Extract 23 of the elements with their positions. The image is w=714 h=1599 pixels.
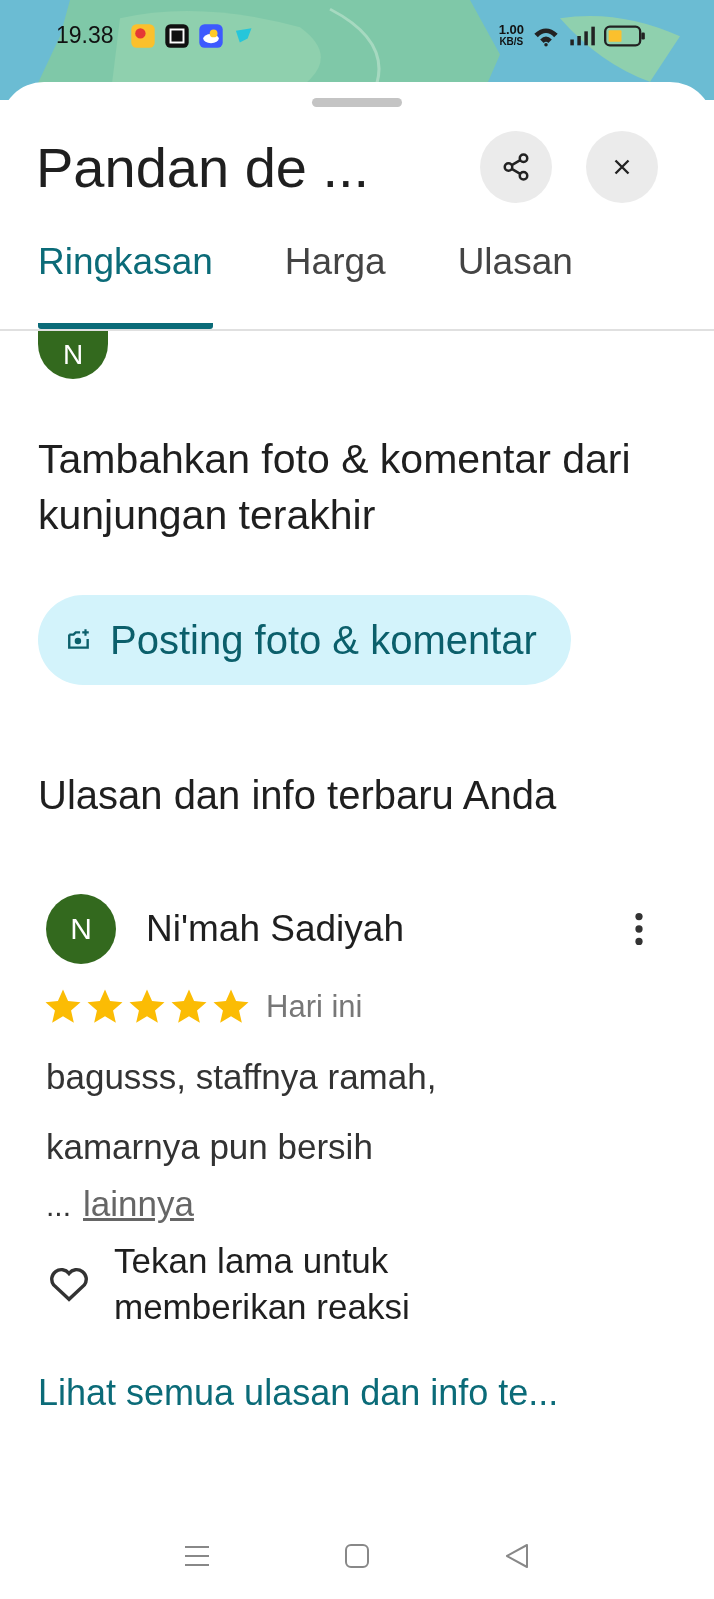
post-photo-button[interactable]: Posting foto & komentar [38, 595, 571, 685]
more-options-icon[interactable] [634, 912, 644, 946]
see-all-link[interactable]: Lihat semua ulasan dan info te... [38, 1372, 714, 1414]
prompt-heading: Tambahkan foto & komentar dari kunjungan terakhir [38, 435, 632, 540]
share-icon [501, 152, 531, 182]
review-text: bagusss, staffnya ramah, kamarnya pun bersih [46, 1056, 438, 1168]
drag-handle[interactable] [312, 98, 402, 107]
battery-icon [604, 24, 646, 47]
signal-icon [568, 24, 596, 47]
reaction-hint: Tekan lama untuk memberikan reaksi [114, 1240, 411, 1328]
user-avatar: N [38, 331, 108, 379]
tab[interactable]: Ulasan [457, 225, 573, 329]
place-title: Pandan de ... [36, 134, 371, 200]
ellipsis: ... [46, 1189, 71, 1223]
review-date: Hari ini [266, 989, 363, 1025]
section-heading: Ulasan dan info terbaru Anda [38, 773, 558, 818]
user-avatar: N [46, 894, 116, 964]
status-time: 19.38 [56, 22, 114, 49]
home-icon[interactable] [342, 1541, 372, 1571]
tab[interactable]: Harga [284, 225, 386, 329]
more-link[interactable]: lainnya [83, 1184, 194, 1224]
network-speed: 1.00 KB/S [498, 23, 524, 48]
reviewer-name: Ni'mah Sadiyah [146, 908, 405, 950]
